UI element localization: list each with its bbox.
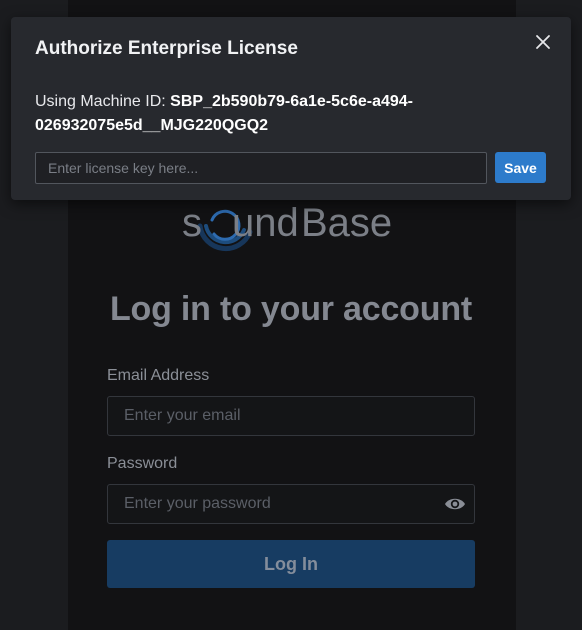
brand-part2: und xyxy=(232,201,299,245)
license-modal: Authorize Enterprise License Using Machi… xyxy=(11,17,571,200)
brand-part1: s xyxy=(182,201,202,245)
soundbase-logo: s und Base xyxy=(182,201,392,252)
login-button[interactable]: Log In xyxy=(107,540,475,588)
email-input[interactable] xyxy=(107,396,475,436)
save-button[interactable]: Save xyxy=(495,152,546,183)
email-label: Email Address xyxy=(107,367,210,384)
machine-id-prefix: Using Machine ID: xyxy=(35,93,171,110)
password-input[interactable] xyxy=(107,484,475,524)
password-label: Password xyxy=(107,455,178,472)
modal-title: Authorize Enterprise License xyxy=(35,38,298,59)
close-icon[interactable] xyxy=(535,34,551,50)
machine-id-line: Using Machine ID: SBP_2b590b79-6a1e-5c6e… xyxy=(35,90,535,138)
login-title: Log in to your account xyxy=(109,290,473,328)
eye-icon[interactable] xyxy=(444,495,466,513)
license-key-input[interactable] xyxy=(35,152,487,184)
brand-part3: Base xyxy=(301,201,392,245)
